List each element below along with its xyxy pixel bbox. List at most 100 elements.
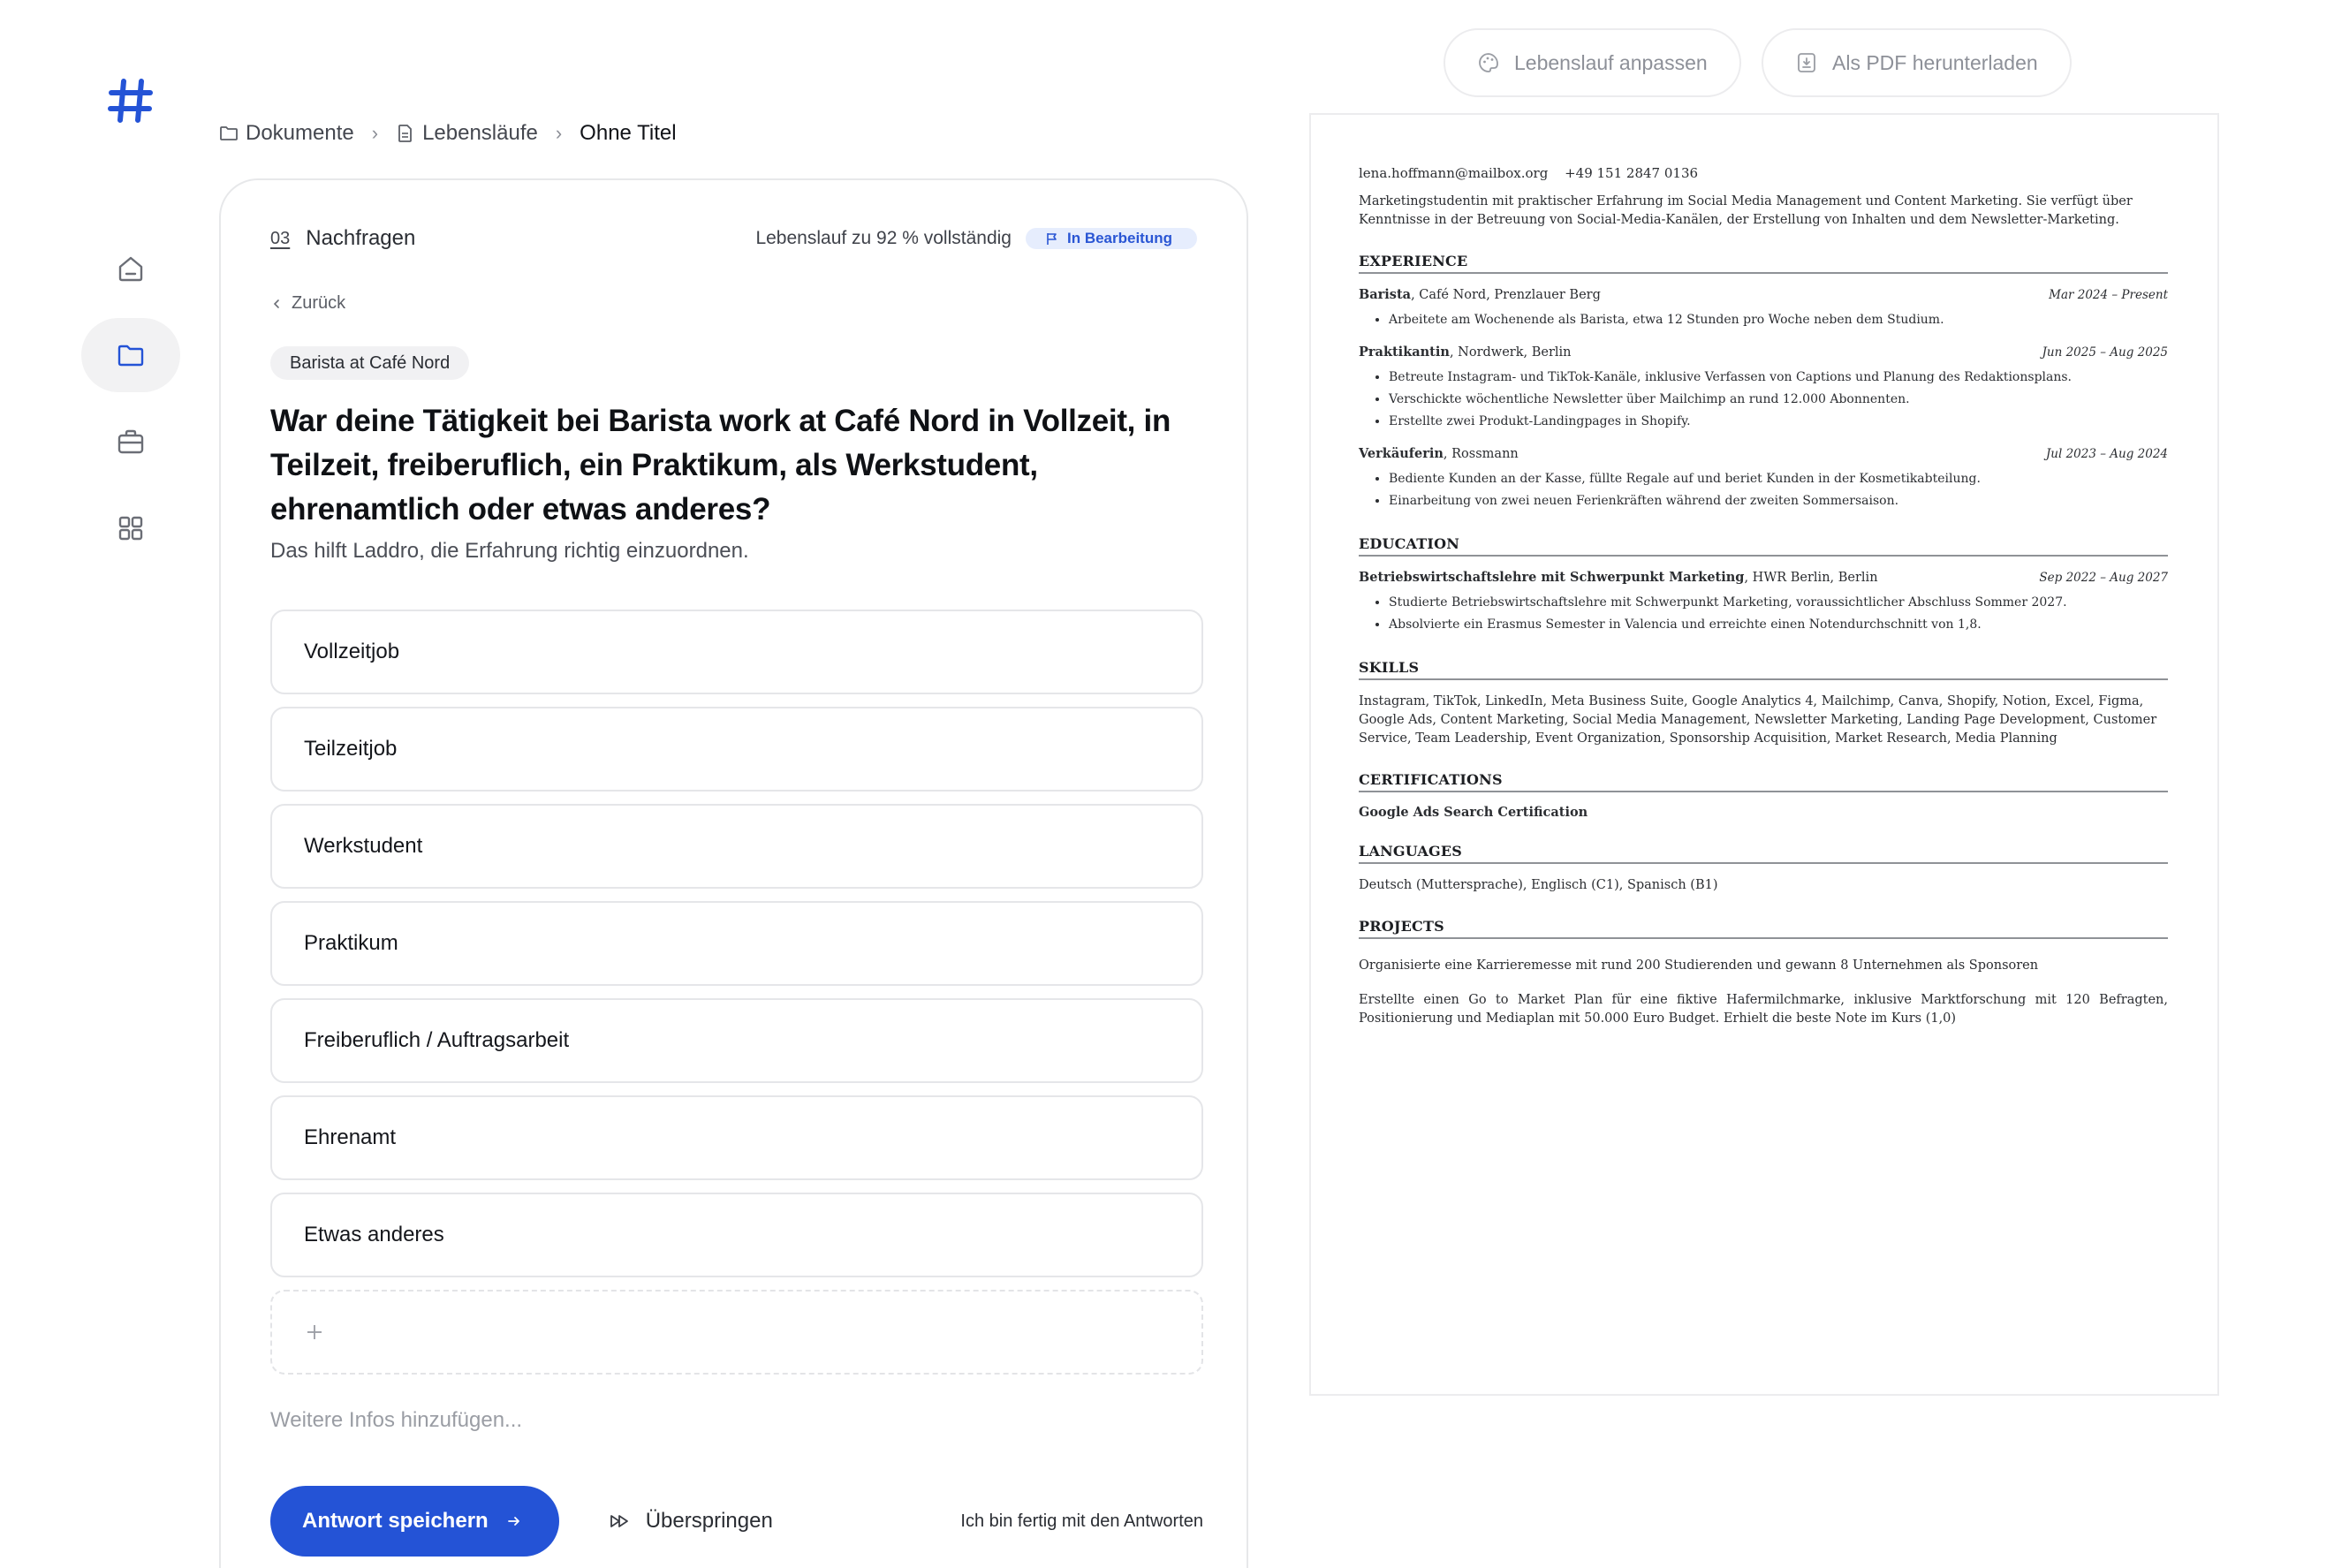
done-answering-link[interactable]: Ich bin fertig mit den Antworten xyxy=(960,1511,1203,1532)
entry-org: , Nordwerk, Berlin xyxy=(1449,345,1572,360)
resume-certification: Google Ads Search Certification xyxy=(1359,805,1588,820)
customize-resume-button[interactable]: Lebenslauf anpassen xyxy=(1444,28,1741,97)
resume-section-experience: EXPERIENCE xyxy=(1359,253,2168,274)
entry-bullets: Betreute Instagram- und TikTok-Kanäle, i… xyxy=(1359,367,2168,433)
option-freelance[interactable]: Freiberuflich / Auftragsarbeit xyxy=(270,998,1203,1083)
resume-project: Organisierte eine Karrieremesse mit rund… xyxy=(1359,958,2039,973)
app-logo[interactable] xyxy=(108,78,154,124)
entry-bullets: Bediente Kunden an der Kasse, füllte Reg… xyxy=(1359,468,2168,512)
entry-date: Mar 2024 – Present xyxy=(2049,288,2168,302)
breadcrumb-documents-label: Dokumente xyxy=(246,121,354,145)
download-pdf-button[interactable]: Als PDF herunterladen xyxy=(1762,28,2072,97)
save-answer-button[interactable]: Antwort speichern xyxy=(270,1486,559,1557)
entry-bullets: Studierte Betriebswirtschaftslehre mit S… xyxy=(1359,592,2168,636)
entry-bullet: Bediente Kunden an der Kasse, füllte Reg… xyxy=(1389,468,2168,490)
entry-bullet: Absolvierte ein Erasmus Semester in Vale… xyxy=(1389,614,2168,636)
arrow-right-icon xyxy=(507,1517,519,1526)
question-text: War deine Tätigkeit bei Barista work at … xyxy=(270,404,1171,526)
resume-content: lena.hoffmann@mailbox.org +49 151 2847 0… xyxy=(1359,164,2168,1028)
download-pdf-label: Als PDF herunterladen xyxy=(1832,50,2038,74)
action-bar: Antwort speichern Überspringen Ich bin f… xyxy=(270,1486,1203,1557)
nav-home[interactable] xyxy=(81,231,180,306)
resume-skills: Instagram, TikTok, LinkedIn, Meta Busine… xyxy=(1359,694,2157,746)
question-hint: Das hilft Laddro, die Erfahrung richtig … xyxy=(270,539,749,563)
nav-documents[interactable] xyxy=(81,318,180,392)
folder-icon xyxy=(117,345,144,367)
palette-icon xyxy=(1479,53,1498,72)
entry-role: Verkäuferin xyxy=(1359,446,1444,461)
entry-date: Jun 2025 – Aug 2025 xyxy=(2042,345,2168,360)
entry-date: Jul 2023 – Aug 2024 xyxy=(2045,447,2168,461)
plus-icon xyxy=(307,1325,322,1339)
entry-bullet: Studierte Betriebswirtschaftslehre mit S… xyxy=(1389,592,2168,614)
resume-section-skills: SKILLS xyxy=(1359,659,2168,680)
resume-entry-header: Praktikantin, Nordwerk, Berlin Jun 2025 … xyxy=(1359,344,2168,361)
resume-section-certifications: CERTIFICATIONS xyxy=(1359,771,2168,792)
resume-section-projects: PROJECTS xyxy=(1359,918,2168,939)
download-icon xyxy=(1798,53,1815,72)
skip-label: Überspringen xyxy=(645,1509,773,1533)
status-badge: In Bearbeitung xyxy=(1025,228,1197,249)
question-card: 03 Nachfragen Lebenslauf zu 92 % vollstä… xyxy=(219,178,1248,1568)
resume-preview[interactable]: lena.hoffmann@mailbox.org +49 151 2847 0… xyxy=(1309,113,2219,1396)
option-internship[interactable]: Praktikum xyxy=(270,901,1203,986)
more-info-input[interactable] xyxy=(270,1408,889,1433)
save-answer-label: Antwort speichern xyxy=(302,1509,489,1533)
fast-forward-icon xyxy=(610,1515,628,1527)
entry-bullet: Verschickte wöchentliche Newsletter über… xyxy=(1389,389,2168,411)
breadcrumb-resumes[interactable]: Lebensläufe xyxy=(396,121,538,146)
resume-entry-header: Barista, Café Nord, Prenzlauer Berg Mar … xyxy=(1359,286,2168,304)
entry-degree: Betriebswirtschaftslehre mit Schwerpunkt… xyxy=(1359,570,1745,585)
breadcrumb-documents[interactable]: Dokumente xyxy=(219,121,354,146)
resume-phone: +49 151 2847 0136 xyxy=(1565,165,1699,181)
progress-text: Lebenslauf zu 92 % vollständig xyxy=(755,228,1012,248)
resume-section-languages: LANGUAGES xyxy=(1359,843,2168,864)
step-number: 03 xyxy=(270,228,291,248)
entry-role: Praktikantin xyxy=(1359,345,1450,360)
back-button[interactable]: Zurück xyxy=(270,293,345,314)
skip-button[interactable]: Überspringen xyxy=(609,1509,773,1534)
chevron-right-icon: › xyxy=(371,122,379,144)
flag-icon xyxy=(1047,232,1057,245)
home-icon xyxy=(118,256,143,282)
entry-date: Sep 2022 – Aug 2027 xyxy=(2039,571,2168,585)
option-parttime[interactable]: Teilzeitjob xyxy=(270,707,1203,792)
step-title: Nachfragen xyxy=(306,226,416,250)
option-other[interactable]: Etwas anderes xyxy=(270,1193,1203,1277)
breadcrumb-resumes-label: Lebensläufe xyxy=(422,121,538,145)
status-label: In Bearbeitung xyxy=(1066,230,1172,246)
back-label: Zurück xyxy=(292,293,346,313)
entry-school: , HWR Berlin, Berlin xyxy=(1744,571,1878,585)
resume-email: lena.hoffmann@mailbox.org xyxy=(1359,165,1549,181)
resume-section-education: EDUCATION xyxy=(1359,535,2168,557)
resume-contact: lena.hoffmann@mailbox.org +49 151 2847 0… xyxy=(1359,164,2168,182)
entry-bullet: Arbeitete am Wochenende als Barista, etw… xyxy=(1389,309,2168,331)
context-tag: Barista at Café Nord xyxy=(270,346,470,380)
grid-icon xyxy=(118,516,143,541)
entry-bullet: Betreute Instagram- und TikTok-Kanäle, i… xyxy=(1389,367,2168,389)
resume-languages: Deutsch (Muttersprache), Englisch (C1), … xyxy=(1359,878,1718,892)
customize-resume-label: Lebenslauf anpassen xyxy=(1514,50,1708,74)
resume-entry-header: Betriebswirtschaftslehre mit Schwerpunkt… xyxy=(1359,569,2168,587)
entry-bullet: Erstellte zwei Produkt-Landingpages in S… xyxy=(1389,411,2168,433)
chevron-right-icon: › xyxy=(555,122,563,144)
answer-options: Vollzeitjob Teilzeitjob Werkstudent Prak… xyxy=(270,610,1203,1387)
add-option-button[interactable] xyxy=(270,1290,1203,1375)
chevron-left-icon xyxy=(273,299,279,308)
folder-icon xyxy=(220,126,238,140)
nav-jobs[interactable] xyxy=(81,405,180,479)
completion-progress: Lebenslauf zu 92 % vollständig In Bearbe… xyxy=(755,228,1197,249)
nav-apps[interactable] xyxy=(81,491,180,565)
option-working-student[interactable]: Werkstudent xyxy=(270,804,1203,889)
entry-org: , Café Nord, Prenzlauer Berg xyxy=(1411,288,1601,302)
entry-bullet: Einarbeitung von zwei neuen Ferienkräfte… xyxy=(1389,490,2168,512)
entry-bullets: Arbeitete am Wochenende als Barista, etw… xyxy=(1359,309,2168,331)
resume-project: Erstellte einen Go to Market Plan für ei… xyxy=(1359,993,2168,1026)
option-fulltime[interactable]: Vollzeitjob xyxy=(270,610,1203,694)
step-header: 03 Nachfragen Lebenslauf zu 92 % vollstä… xyxy=(270,223,1197,254)
option-volunteer[interactable]: Ehrenamt xyxy=(270,1095,1203,1180)
document-icon xyxy=(398,125,412,142)
resume-entry-header: Verkäuferin, Rossmann Jul 2023 – Aug 202… xyxy=(1359,445,2168,463)
resume-summary: Marketingstudentin mit praktischer Erfah… xyxy=(1359,194,2133,227)
breadcrumb: Dokumente › Lebensläufe › Ohne Titel xyxy=(219,120,677,147)
